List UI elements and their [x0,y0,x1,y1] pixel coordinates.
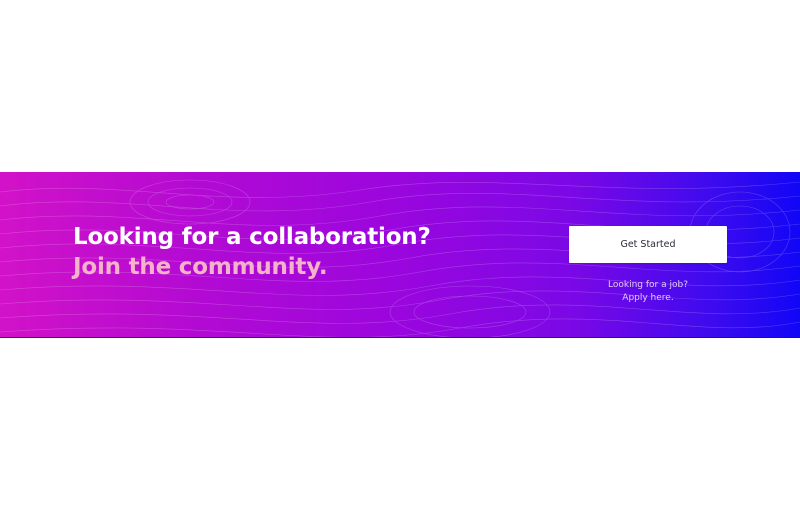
headline-accent: Join the community. [73,254,328,280]
headline-primary: Looking for a collaboration? [73,224,431,250]
job-link-question: Looking for a job? [608,280,688,290]
promo-banner: Looking for a collaboration? Join the co… [0,172,800,338]
get-started-button[interactable]: Get Started [569,226,727,263]
job-link-action: Apply here. [622,293,674,303]
banner-headline: Looking for a collaboration? Join the co… [73,222,431,282]
page: Looking for a collaboration? Join the co… [0,0,800,510]
apply-job-link[interactable]: Looking for a job? Apply here. [569,279,727,305]
